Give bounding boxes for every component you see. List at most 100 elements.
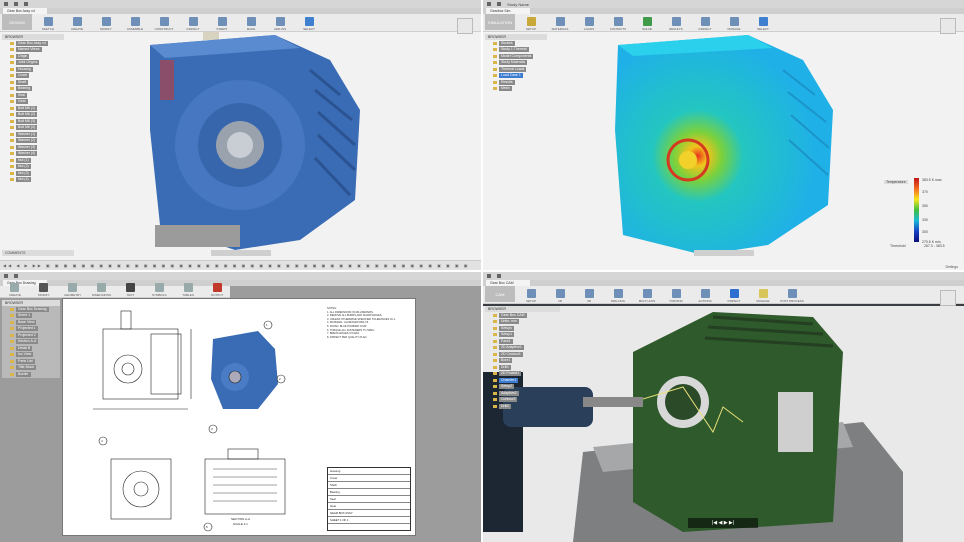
menu-icon[interactable] bbox=[4, 274, 8, 278]
actions-icon bbox=[701, 289, 710, 298]
tool-turning[interactable]: TURNING bbox=[663, 289, 689, 303]
save-icon[interactable] bbox=[497, 274, 501, 278]
tool-3d[interactable]: 3D bbox=[576, 289, 602, 303]
browser-item-label: Setups bbox=[499, 326, 514, 331]
legend-max: 383.5 K max bbox=[922, 178, 942, 182]
component-icon bbox=[493, 372, 497, 375]
workspace-switcher[interactable]: SIMULATION bbox=[485, 14, 515, 30]
viewcube[interactable] bbox=[940, 18, 956, 34]
component-icon bbox=[493, 68, 497, 71]
tool-dimensions[interactable]: DIMENSIONS bbox=[89, 283, 115, 297]
browser-item-label: Washer (1) bbox=[16, 132, 37, 137]
tool-manage[interactable]: MANAGE bbox=[750, 289, 776, 303]
tool-inspect[interactable]: INSPECT bbox=[692, 17, 718, 31]
component-icon bbox=[10, 165, 14, 168]
simulation-window: Study Name Gearbox Sim SIMULATION SETUP … bbox=[483, 0, 964, 270]
tool-materials[interactable]: MATERIALS bbox=[547, 17, 573, 31]
tool-select[interactable]: SELECT bbox=[750, 17, 776, 31]
tool-actions[interactable]: ACTIONS bbox=[692, 289, 718, 303]
tool-drilling[interactable]: DRILLING bbox=[605, 289, 631, 303]
gearbox-model[interactable] bbox=[0, 0, 481, 270]
save-icon[interactable] bbox=[14, 274, 18, 278]
tool-output[interactable]: OUTPUT bbox=[204, 283, 230, 297]
legend-type-dropdown[interactable]: Temperature bbox=[884, 180, 908, 184]
workspace-switcher[interactable]: CAM bbox=[485, 286, 515, 302]
viewcube[interactable] bbox=[940, 290, 956, 306]
tool-geometry[interactable]: GEOMETRY bbox=[60, 283, 86, 297]
viewcube[interactable] bbox=[457, 18, 473, 34]
title-block-cell: GEAR BOX ASSY bbox=[328, 510, 410, 517]
tool-manage[interactable]: MANAGE bbox=[721, 17, 747, 31]
loads-icon bbox=[585, 17, 594, 26]
tool-make[interactable]: MAKE bbox=[238, 17, 264, 31]
browser-item[interactable]: Nut (4) bbox=[2, 177, 64, 184]
browser-item[interactable]: Drill2 bbox=[485, 403, 560, 410]
browser-item-label: Chamfer1 bbox=[499, 378, 518, 383]
tool-select[interactable]: SELECT bbox=[296, 17, 322, 31]
save-icon[interactable] bbox=[497, 2, 501, 6]
browser-item-label: Origin bbox=[16, 54, 29, 59]
tool-loads[interactable]: LOADS bbox=[576, 17, 602, 31]
geometry-icon bbox=[68, 283, 77, 292]
title-block: HousingCoverShaftBearingSealGearGEAR BOX… bbox=[327, 467, 411, 531]
tool-results[interactable]: RESULTS bbox=[663, 17, 689, 31]
tool-modify[interactable]: MODIFY bbox=[31, 283, 57, 297]
menu-icon[interactable] bbox=[487, 2, 491, 6]
tool-post-process[interactable]: POST PROCESS bbox=[779, 289, 805, 303]
tool-create[interactable]: CREATE bbox=[2, 283, 28, 297]
inspect-icon bbox=[189, 17, 198, 26]
drawing-sheet[interactable]: SECTION A-A SCALE 1:1 1 2 3 4 5 NOTES:1.… bbox=[62, 298, 416, 536]
save-icon[interactable] bbox=[14, 2, 18, 6]
menu-icon[interactable] bbox=[487, 274, 491, 278]
navigation-bar[interactable] bbox=[211, 250, 271, 256]
modify-icon bbox=[102, 17, 111, 26]
simulation-player[interactable]: |◀ ◀ ▶ ▶| bbox=[688, 518, 758, 528]
tool-symbols[interactable]: SYMBOLS bbox=[146, 283, 172, 297]
tool-setup[interactable]: SETUP bbox=[518, 289, 544, 303]
timeline[interactable]: ◀◀ ◀ ▶ ▶▶ ▣ ▣ ▣ ▣ ▣ ▣ ▣ ▣ ▣ ▣ ▣ ▣ ▣ ▣ ▣ … bbox=[0, 260, 481, 270]
component-icon bbox=[10, 178, 14, 181]
browser-item[interactable]: Border bbox=[2, 371, 60, 378]
tool-insert[interactable]: INSERT bbox=[209, 17, 235, 31]
tool-2d[interactable]: 2D bbox=[547, 289, 573, 303]
navigation-bar[interactable] bbox=[694, 250, 754, 256]
component-icon bbox=[10, 314, 14, 317]
component-icon bbox=[10, 152, 14, 155]
setup-icon bbox=[527, 17, 536, 26]
result-legend: Temperature 383.5 K max 370 350 330 300 … bbox=[884, 178, 954, 248]
component-icon bbox=[10, 172, 14, 175]
browser-item-label: 2D Pocket1 bbox=[499, 371, 521, 376]
tool-construct[interactable]: CONSTRUCT bbox=[151, 17, 177, 31]
tool-add-ins[interactable]: ADD-INS bbox=[267, 17, 293, 31]
settings-link[interactable]: Settings bbox=[945, 265, 958, 269]
browser-item-label: Gear Box CAM bbox=[499, 313, 527, 318]
browser-item-label: Units: mm bbox=[499, 319, 519, 324]
tool-inspect[interactable]: INSPECT bbox=[721, 289, 747, 303]
tool-contacts[interactable]: CONTACTS bbox=[605, 17, 631, 31]
scale-label: SCALE 1:1 bbox=[233, 522, 248, 526]
browser-item[interactable]: Mesh bbox=[485, 86, 547, 93]
results-icon bbox=[672, 17, 681, 26]
tool-solve[interactable]: SOLVE bbox=[634, 17, 660, 31]
browser-panel: BROWSER StudiesStudy 1 ThermalModel Comp… bbox=[485, 34, 547, 92]
tool-sketch[interactable]: SKETCH bbox=[35, 17, 61, 31]
tool-tables[interactable]: TABLES bbox=[175, 283, 201, 297]
tool-setup[interactable]: SETUP bbox=[518, 17, 544, 31]
tool-multi-axis[interactable]: MULTI-AXIS bbox=[634, 289, 660, 303]
component-icon bbox=[493, 48, 497, 51]
component-icon bbox=[10, 120, 14, 123]
menu-icon[interactable] bbox=[4, 2, 8, 6]
component-icon bbox=[10, 87, 14, 90]
undo-icon[interactable] bbox=[24, 2, 28, 6]
browser-item-label: Washer (4) bbox=[16, 151, 37, 156]
tool-assemble[interactable]: ASSEMBLE bbox=[122, 17, 148, 31]
tool-create[interactable]: CREATE bbox=[64, 17, 90, 31]
workspace-switcher[interactable]: DESIGN bbox=[2, 14, 32, 30]
browser-panel: BROWSER Gear Box DrawingSheet 1Base View… bbox=[2, 300, 60, 378]
comments-bar[interactable]: COMMENTS bbox=[2, 250, 74, 256]
tool-text[interactable]: TEXT bbox=[118, 283, 144, 297]
browser-item-label: Face1 bbox=[499, 339, 513, 344]
title-block-cell: Seal bbox=[328, 496, 410, 503]
tool-inspect[interactable]: INSPECT bbox=[180, 17, 206, 31]
tool-modify[interactable]: MODIFY bbox=[93, 17, 119, 31]
